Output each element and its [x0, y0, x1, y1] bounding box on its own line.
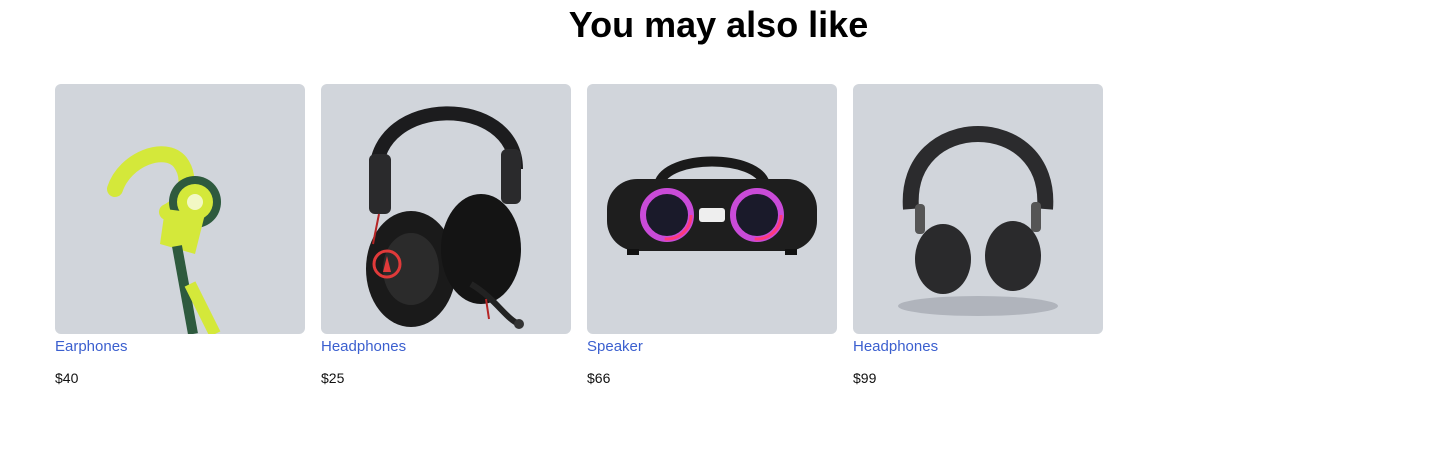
product-name-link[interactable]: Earphones: [55, 338, 305, 356]
product-card[interactable]: Speaker $66: [587, 84, 837, 386]
product-price: $99: [853, 370, 877, 386]
product-image-earphones[interactable]: [55, 84, 305, 334]
product-card[interactable]: Earphones $40: [55, 84, 305, 386]
product-price: $25: [321, 370, 345, 386]
product-image-headphones[interactable]: [853, 84, 1103, 334]
product-name-link[interactable]: Headphones: [853, 338, 1103, 356]
product-price: $66: [587, 370, 611, 386]
product-card[interactable]: Headphones $25: [321, 84, 571, 386]
product-name-link[interactable]: Headphones: [321, 338, 571, 356]
section-title: You may also like: [568, 4, 869, 45]
product-name-link[interactable]: Speaker: [587, 338, 837, 356]
product-card[interactable]: Headphones $99: [853, 84, 1103, 386]
product-price: $40: [55, 370, 79, 386]
product-image-gaming-headset[interactable]: [321, 84, 571, 334]
product-image-speaker[interactable]: [587, 84, 837, 334]
